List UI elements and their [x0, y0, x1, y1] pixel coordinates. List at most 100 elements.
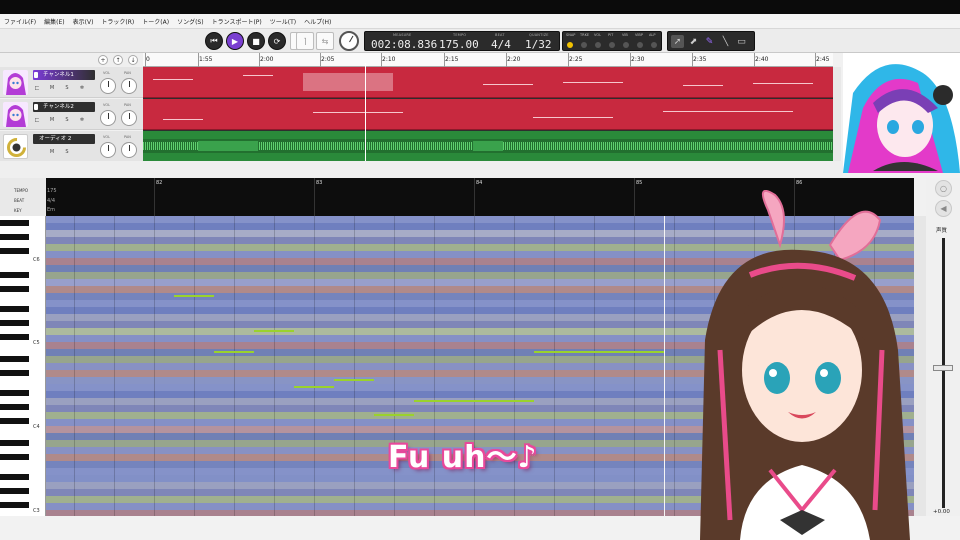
mute-button[interactable]: M [48, 84, 56, 92]
voice-quality-handle[interactable] [933, 365, 953, 371]
key-row-value[interactable]: Em [47, 207, 55, 213]
beat-row-value[interactable]: 4/4 [47, 198, 55, 204]
menu-transport[interactable]: トランスポート(P) [212, 17, 262, 26]
pan-knob[interactable] [121, 142, 137, 158]
note[interactable] [414, 400, 534, 402]
stop-button[interactable]: ■ [247, 32, 265, 50]
solo-button[interactable]: S [63, 84, 71, 92]
note[interactable] [534, 351, 664, 353]
black-key[interactable] [0, 390, 29, 396]
menu-view[interactable]: 表示(V) [73, 17, 94, 26]
black-key[interactable] [0, 334, 29, 340]
track-name-1[interactable]: チャンネル1 [33, 70, 95, 80]
timeline-label: 2:00 [260, 56, 274, 63]
track-name-3[interactable]: オーディオ 2 [33, 134, 95, 144]
freeze-icon[interactable]: ❄ [78, 116, 86, 124]
vocal-region-1[interactable] [143, 67, 833, 98]
pan-knob[interactable] [121, 78, 137, 94]
pan-knob[interactable] [121, 110, 137, 126]
black-key[interactable] [0, 272, 29, 278]
track-name-2[interactable]: チャンネル2 [33, 102, 95, 112]
volume-knob[interactable] [100, 110, 116, 126]
note[interactable] [294, 386, 334, 388]
note[interactable] [254, 330, 294, 332]
note[interactable] [374, 414, 414, 416]
punch-out-button[interactable]: ⌉ [296, 32, 314, 50]
vib-toggle[interactable] [623, 42, 629, 48]
black-key[interactable] [0, 488, 29, 494]
note[interactable] [214, 351, 254, 353]
trke-toggle[interactable] [581, 42, 587, 48]
arrange-vertical-scrollbar[interactable] [833, 67, 841, 161]
move-track-up-button[interactable]: ↑ [113, 55, 123, 65]
black-key[interactable] [0, 474, 29, 480]
circle-icon: ○ [940, 184, 947, 193]
black-key[interactable] [0, 306, 29, 312]
snap-toggle[interactable] [567, 42, 573, 48]
beat-value[interactable]: 4/4 [491, 38, 511, 51]
mute-button[interactable]: M [48, 116, 56, 124]
menu-edit[interactable]: 編集(E) [44, 17, 64, 26]
line-tool-icon[interactable]: ╲ [719, 35, 732, 48]
vocal-region-2[interactable] [143, 99, 833, 130]
move-track-down-button[interactable]: ↓ [128, 55, 138, 65]
tempo-value[interactable]: 175.00 [439, 38, 479, 51]
solo-button[interactable]: S [63, 148, 71, 156]
menu-talk[interactable]: トーク(A) [142, 17, 169, 26]
black-key[interactable] [0, 418, 29, 424]
vol-toggle[interactable] [595, 42, 601, 48]
alp-toggle[interactable] [651, 42, 657, 48]
arrow-tool-icon[interactable]: ➚ [671, 35, 684, 48]
black-key[interactable] [0, 454, 29, 460]
voice-quality-slider[interactable] [942, 238, 945, 508]
black-key[interactable] [0, 234, 29, 240]
timeline-ruler[interactable]: 0 1:55 2:00 2:05 2:10 2:15 2:20 2:25 2:3… [143, 53, 833, 67]
note[interactable] [174, 295, 214, 297]
volume-knob[interactable] [100, 78, 116, 94]
selection-box[interactable] [303, 73, 393, 91]
track-edit-button[interactable]: 匚 [33, 116, 41, 124]
menu-tools[interactable]: ツール(T) [270, 17, 296, 26]
select-tool-icon[interactable]: ⬈ [687, 35, 700, 48]
tempo-row-value[interactable]: 175 [47, 188, 57, 194]
black-key[interactable] [0, 286, 29, 292]
black-key[interactable] [0, 370, 29, 376]
vibp-toggle[interactable] [637, 42, 643, 48]
play-button[interactable]: ▶ [226, 32, 244, 50]
menu-file[interactable]: ファイル(F) [4, 17, 36, 26]
black-key[interactable] [0, 404, 29, 410]
volume-knob[interactable] [100, 142, 116, 158]
eraser-tool-icon[interactable]: ▭ [735, 35, 748, 48]
black-key[interactable] [0, 502, 29, 508]
rewind-button[interactable]: ⏮ [205, 32, 223, 50]
menu-song[interactable]: ソング(S) [177, 17, 204, 26]
pencil-tool-icon[interactable]: ✎ [703, 35, 716, 48]
black-key[interactable] [0, 220, 29, 226]
loop-button[interactable]: ⟳ [268, 32, 286, 50]
black-key[interactable] [0, 248, 29, 254]
track-header-1[interactable]: チャンネル1 匚 M S ❄ VOL PAN [0, 67, 143, 98]
pit-toggle[interactable] [609, 42, 615, 48]
piano-keyboard[interactable]: C6 C5 C4 C3 [0, 216, 46, 516]
mute-button[interactable]: M [48, 148, 56, 156]
note[interactable] [334, 379, 374, 381]
audio-region[interactable] [143, 131, 833, 161]
black-key[interactable] [0, 440, 29, 446]
auto-scroll-button[interactable]: ⇆ [316, 32, 334, 50]
freeze-icon[interactable]: ❄ [78, 84, 86, 92]
playhead-arrange[interactable] [365, 63, 366, 161]
metronome-clock-icon[interactable] [339, 31, 359, 51]
quantize-value[interactable]: 1/32 [525, 38, 552, 51]
menu-help[interactable]: ヘルプ(H) [304, 17, 331, 26]
arrangement-view[interactable]: 0 1:55 2:00 2:05 2:10 2:15 2:20 2:25 2:3… [143, 53, 833, 161]
track-header-3[interactable]: オーディオ 2 M S VOL PAN [0, 131, 143, 162]
solo-button[interactable]: S [63, 116, 71, 124]
note-preview-button[interactable]: ○ [935, 180, 952, 197]
black-key[interactable] [0, 356, 29, 362]
add-track-button[interactable]: + [98, 55, 108, 65]
track-edit-button[interactable]: 匚 [33, 84, 41, 92]
speaker-button[interactable]: ◀ [935, 200, 952, 217]
track-header-2[interactable]: チャンネル2 匚 M S ❄ VOL PAN [0, 99, 143, 130]
black-key[interactable] [0, 320, 29, 326]
menu-track[interactable]: トラック(R) [101, 17, 134, 26]
